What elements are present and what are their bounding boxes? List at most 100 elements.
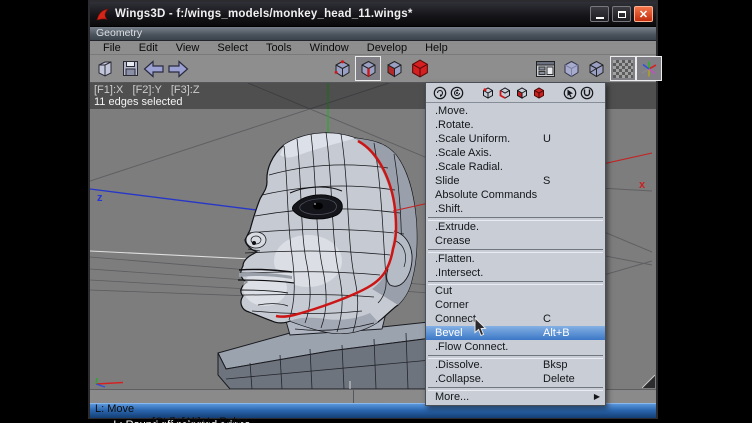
toolbar [90, 55, 656, 83]
undo-arrow-icon[interactable] [142, 57, 166, 80]
wireframe-cube-icon[interactable] [584, 57, 608, 80]
light-grid-line [90, 251, 252, 259]
wings3d-logo-icon [95, 7, 110, 22]
menu-item-label: Slide [435, 174, 459, 188]
mini-axes-icon [93, 375, 127, 388]
menu-item-label: Crease [435, 234, 470, 248]
menubar: FileEditViewSelectToolsWindowDevelopHelp [90, 41, 656, 55]
menu-item-label: Corner [435, 298, 469, 312]
mouse-help-left: L: Move [95, 403, 134, 416]
edge-mode-icon[interactable] [356, 57, 380, 80]
menu-item-flow-connect[interactable]: .Flow Connect. [426, 340, 605, 354]
menu-item-flatten[interactable]: .Flatten. [426, 252, 605, 266]
axes-icon[interactable] [637, 57, 661, 80]
menu-item-bevel[interactable]: Bevel Alt+B [426, 326, 605, 340]
close-button[interactable]: ✕ [634, 6, 653, 22]
menu-item-label: .Flatten. [435, 252, 475, 266]
menu-item-shortcut: C [543, 312, 599, 326]
menu-item-label: .Collapse. [435, 372, 484, 386]
help-bar-divider [353, 390, 354, 403]
menubar-item-edit[interactable]: Edit [130, 41, 167, 55]
z-axis-label: z [97, 192, 103, 204]
windows-dialog-icon[interactable] [533, 57, 557, 80]
menu-item-corner[interactable]: Corner [426, 298, 605, 312]
menu-item-connect[interactable]: Connect C [426, 312, 605, 326]
edge-context-menu: .Move..Rotate..Scale Uniform. U .Scale Axi… [425, 82, 606, 406]
repeat-args-icon[interactable] [449, 85, 464, 100]
menu-item-label: .Scale Radial. [435, 160, 503, 174]
titlebar[interactable]: Wings3D - f:/wings_models/monkey_head_11… [90, 2, 656, 27]
body-mode-icon[interactable] [408, 57, 432, 80]
menu-item-scale-radial[interactable]: .Scale Radial. [426, 160, 605, 174]
menu-item-shift[interactable]: .Shift. [426, 202, 605, 216]
menu-item-label: .Shift. [435, 202, 463, 216]
x-axis-label: x [639, 179, 646, 191]
pointer-icon[interactable] [562, 85, 577, 100]
menu-item-rotate[interactable]: .Rotate. [426, 118, 605, 132]
context-menu-items: .Move..Rotate..Scale Uniform. U .Scale Axi… [426, 103, 605, 405]
body-mode-icon[interactable] [531, 85, 546, 100]
menubar-item-develop[interactable]: Develop [358, 41, 416, 55]
menu-item-shortcut: U [543, 132, 599, 146]
minimize-button[interactable] [590, 6, 609, 22]
vertex-mode-icon[interactable] [330, 57, 354, 80]
menubar-item-window[interactable]: Window [301, 41, 358, 55]
ground-plane-icon[interactable] [611, 57, 635, 80]
menu-item-shortcut: Alt+B [543, 326, 599, 340]
menubar-item-tools[interactable]: Tools [257, 41, 301, 55]
menu-item-shortcut: Delete [543, 372, 599, 386]
menu-item-shortcut: S [543, 174, 599, 188]
menu-item-extrude[interactable]: .Extrude. [426, 220, 605, 234]
submenu-arrow-icon: ▶ [594, 390, 600, 404]
monkey-head-model[interactable] [238, 132, 417, 333]
geometry-bar: Geometry [90, 27, 656, 41]
menu-item-label: Absolute Commands [435, 188, 537, 202]
menu-item-shortcut: Bksp [543, 358, 599, 372]
menu-item-dissolve[interactable]: .Dissolve. Bksp [426, 358, 605, 372]
shaded-cube-icon[interactable] [559, 57, 583, 80]
magnet-icon[interactable] [579, 85, 594, 100]
new-file-icon[interactable] [94, 57, 118, 80]
menu-item-label: More... [435, 390, 469, 404]
menu-item-move[interactable]: .Move. [426, 104, 605, 118]
menubar-item-view[interactable]: View [167, 41, 209, 55]
mouse-cursor [474, 318, 487, 337]
menu-item-label: .Extrude. [435, 220, 479, 234]
menu-item-label: Cut [435, 284, 452, 298]
mouse-help-mid: [Ctrl]+[Alt]+L: Relax [152, 416, 247, 423]
maximize-button[interactable] [612, 6, 631, 22]
menu-item-label: .Dissolve. [435, 358, 483, 372]
desktop: Wings3D - f:/wings_models/monkey_head_11… [0, 0, 752, 423]
menu-item-label: .Rotate. [435, 118, 474, 132]
menu-item-label: Bevel [435, 326, 463, 340]
menubar-item-file[interactable]: File [94, 41, 130, 55]
face-mode-icon[interactable] [382, 57, 406, 80]
menubar-item-select[interactable]: Select [208, 41, 257, 55]
face-mode-icon[interactable] [514, 85, 529, 100]
vertex-mode-icon[interactable] [480, 85, 495, 100]
menu-item-intersect[interactable]: .Intersect. [426, 266, 605, 280]
save-icon[interactable] [118, 57, 142, 80]
edge-mode-icon[interactable] [497, 85, 512, 100]
menu-item-scale-axis[interactable]: .Scale Axis. [426, 146, 605, 160]
menubar-item-help[interactable]: Help [416, 41, 457, 55]
redo-arrow-icon[interactable] [166, 57, 190, 80]
workspace-label: Geometry [96, 27, 142, 39]
context-menu-header [426, 83, 605, 103]
menu-item-more[interactable]: More... ▶ [426, 390, 605, 404]
menu-item-label: .Move. [435, 104, 468, 118]
menu-item-label: .Scale Uniform. [435, 132, 510, 146]
menu-item-slide[interactable]: Slide S [426, 174, 605, 188]
menu-item-label: .Scale Axis. [435, 146, 492, 160]
menu-item-absolute-commands[interactable]: Absolute Commands [426, 188, 605, 202]
menu-item-collapse[interactable]: .Collapse. Delete [426, 372, 605, 386]
menu-item-crease[interactable]: Crease [426, 234, 605, 248]
menu-item-scale-uniform[interactable]: .Scale Uniform. U [426, 132, 605, 146]
menu-item-label: Connect [435, 312, 476, 326]
resize-grip[interactable] [642, 375, 655, 388]
menu-item-cut[interactable]: Cut [426, 284, 605, 298]
menu-item-label: .Flow Connect. [435, 340, 508, 354]
window-title: Wings3D - f:/wings_models/monkey_head_11… [115, 8, 590, 20]
repeat-icon[interactable] [432, 85, 447, 100]
menu-item-label: .Intersect. [435, 266, 483, 280]
